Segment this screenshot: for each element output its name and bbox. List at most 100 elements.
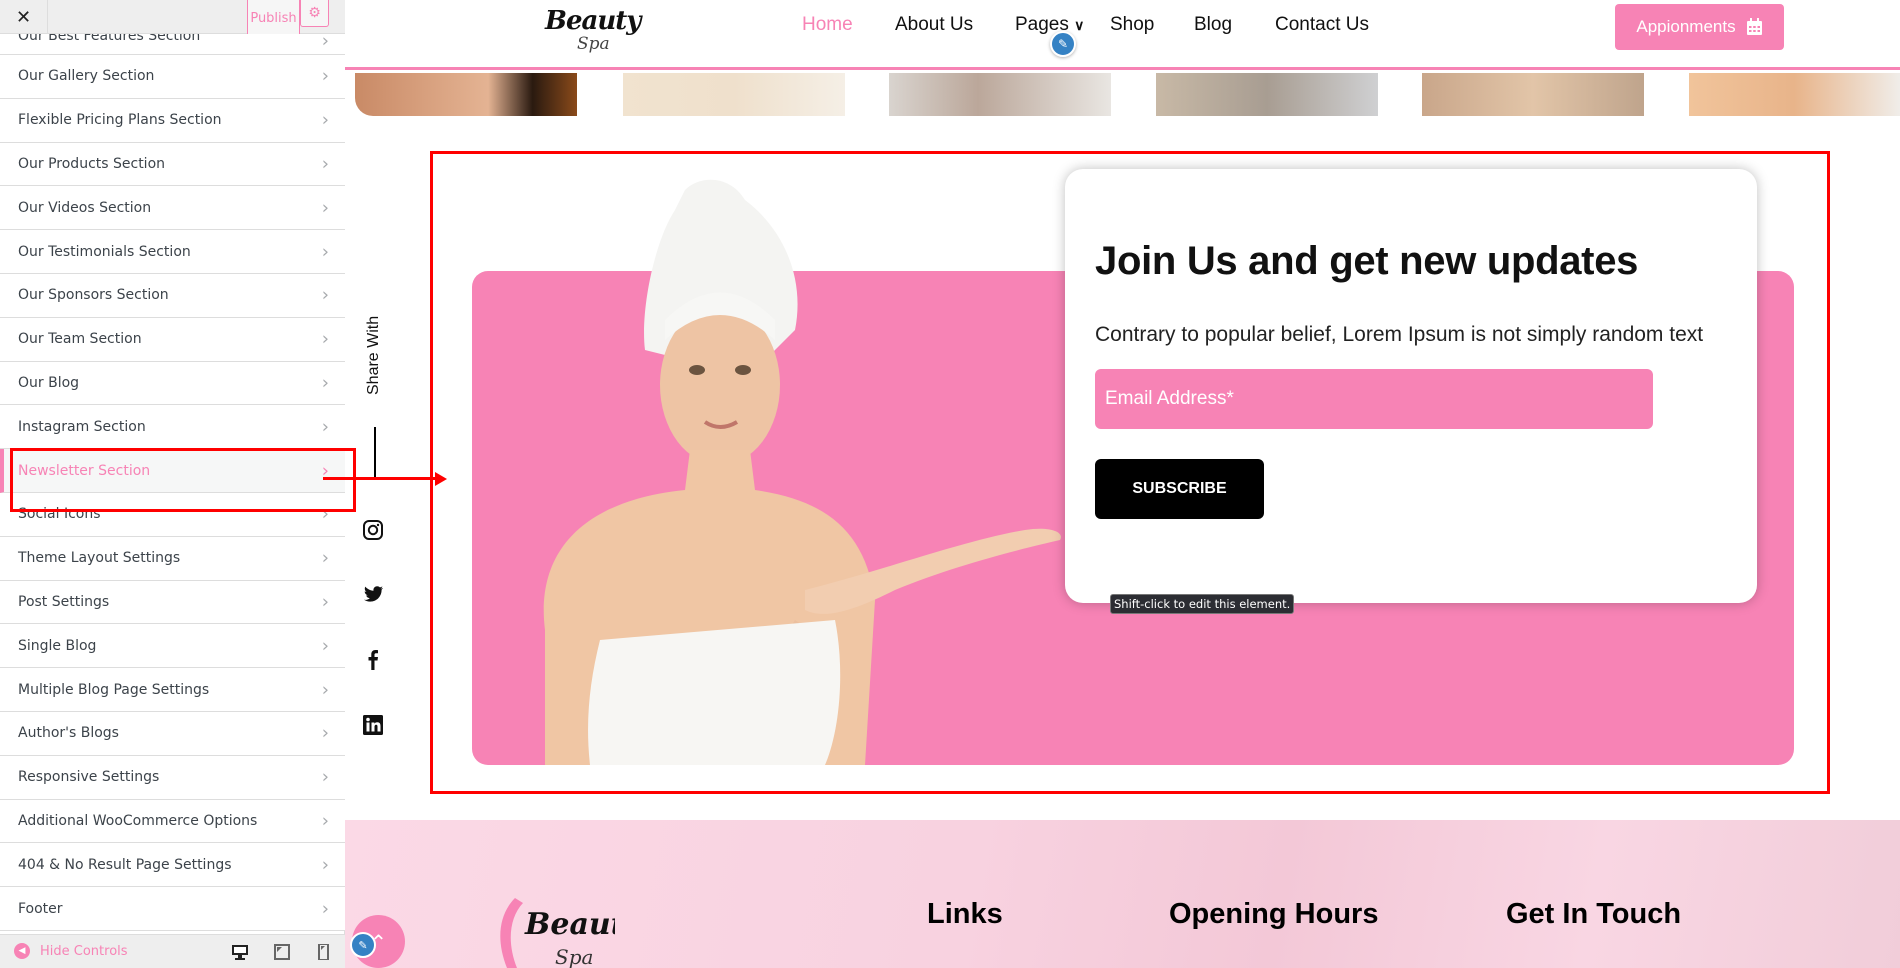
selection-connector-arrow	[435, 472, 447, 486]
instagram-icon[interactable]	[362, 519, 384, 541]
sidebar-item-team[interactable]: Our Team Section ›	[0, 317, 345, 362]
sidebar-item-authors-blogs[interactable]: Author's Blogs ›	[0, 711, 345, 756]
sidebar-item-blog[interactable]: Our Blog ›	[0, 361, 345, 406]
twitter-icon[interactable]	[362, 583, 384, 605]
linkedin-icon[interactable]	[362, 714, 384, 736]
arrow-left-icon: ◀	[14, 943, 30, 959]
sidebar-item-404[interactable]: 404 & No Result Page Settings ›	[0, 843, 345, 888]
site-footer: Beauty Spa Links Opening Hours Get In To…	[345, 820, 1900, 968]
gallery-image[interactable]	[1422, 73, 1644, 116]
nav-pages[interactable]: Pages ∨	[1015, 14, 1084, 36]
share-with-label: Share With	[365, 315, 382, 395]
nav-shop[interactable]: Shop	[1110, 14, 1154, 36]
chevron-right-icon: ›	[321, 372, 329, 394]
sidebar-item-testimonials[interactable]: Our Testimonials Section ›	[0, 230, 345, 274]
nav-home[interactable]: Home	[802, 14, 853, 36]
sidebar-item-social-icons[interactable]: Social Icons ›	[0, 492, 345, 537]
site-logo[interactable]: Beauty Spa	[545, 6, 641, 56]
chevron-right-icon: ›	[321, 284, 329, 306]
sidebar-item-label: Author's Blogs	[18, 725, 119, 742]
customizer-sidebar: ✕ Publish ⚙ Our Best Features Section › O…	[0, 0, 345, 968]
customizer-header: ✕ Publish ⚙	[0, 0, 345, 38]
sidebar-item-multiple-blog[interactable]: Multiple Blog Page Settings ›	[0, 668, 345, 712]
hide-controls-label: Hide Controls	[40, 943, 128, 959]
sidebar-item-label: Newsletter Section	[18, 462, 151, 479]
hide-controls-button[interactable]: ◀ Hide Controls	[14, 943, 128, 959]
sidebar-item-pricing[interactable]: Flexible Pricing Plans Section ›	[0, 98, 345, 143]
sidebar-item-sponsors[interactable]: Our Sponsors Section ›	[0, 273, 345, 318]
nav-about-us[interactable]: About Us	[895, 14, 973, 36]
sidebar-item-best-features[interactable]: Our Best Features Section ›	[0, 34, 345, 55]
publish-button[interactable]: Publish	[247, 0, 300, 38]
sidebar-item-label: 404 & No Result Page Settings	[18, 856, 232, 873]
chevron-down-icon: ∨	[1074, 17, 1085, 33]
gallery-image[interactable]	[1689, 73, 1900, 116]
calendar-icon	[1746, 18, 1762, 35]
close-customizer-button[interactable]: ✕	[0, 0, 48, 34]
publish-settings-button[interactable]: ⚙	[300, 0, 329, 27]
gallery-image[interactable]	[355, 73, 577, 116]
gallery-image[interactable]	[1156, 73, 1378, 116]
footer-heading-get-in-touch: Get In Touch	[1506, 898, 1682, 930]
sidebar-item-label: Additional WooCommerce Options	[18, 812, 258, 829]
sidebar-item-videos[interactable]: Our Videos Section ›	[0, 186, 345, 231]
mobile-preview-icon[interactable]	[314, 944, 332, 960]
footer-logo-subtext: Spa	[555, 945, 593, 968]
sidebar-item-post-settings[interactable]: Post Settings ›	[0, 580, 345, 625]
newsletter-description: Contrary to popular belief, Lorem Ipsum …	[1095, 323, 1704, 346]
edit-tooltip: Shift-click to edit this element.	[1110, 594, 1295, 614]
sidebar-item-single-blog[interactable]: Single Blog ›	[0, 624, 345, 669]
sidebar-item-label: Our Gallery Section	[18, 68, 155, 85]
footer-logo[interactable]: Beauty Spa	[495, 898, 615, 968]
sidebar-item-label: Post Settings	[18, 593, 110, 610]
tablet-preview-icon[interactable]	[273, 944, 291, 960]
chevron-right-icon: ›	[321, 153, 329, 175]
newsletter-title: Join Us and get new updates	[1095, 239, 1639, 283]
gallery-image[interactable]	[623, 73, 845, 116]
sidebar-item-label: Our Sponsors Section	[18, 287, 169, 304]
sidebar-item-footer[interactable]: Footer ›	[0, 887, 345, 931]
sidebar-item-responsive[interactable]: Responsive Settings ›	[0, 755, 345, 800]
site-header: Beauty Spa Home About Us Pages ∨ Shop Bl…	[345, 0, 1900, 70]
sidebar-item-label: Our Best Features Section	[18, 34, 201, 44]
sidebar-item-theme-layout[interactable]: Theme Layout Settings ›	[0, 536, 345, 581]
chevron-right-icon: ›	[321, 591, 329, 613]
chevron-right-icon: ›	[321, 810, 329, 832]
sidebar-item-products[interactable]: Our Products Section ›	[0, 142, 345, 187]
facebook-icon[interactable]	[362, 648, 384, 670]
sidebar-item-label: Multiple Blog Page Settings	[18, 681, 210, 698]
footer-logo-text: Beauty	[524, 907, 615, 942]
chevron-right-icon: ›	[321, 722, 329, 744]
gallery-image[interactable]	[889, 73, 1111, 116]
appointments-button[interactable]: Appionments	[1615, 4, 1784, 50]
chevron-right-icon: ›	[321, 65, 329, 87]
share-divider	[374, 427, 376, 479]
chevron-right-icon: ›	[321, 328, 329, 350]
sidebar-item-instagram[interactable]: Instagram Section ›	[0, 405, 345, 450]
chevron-right-icon: ›	[321, 679, 329, 701]
chevron-right-icon: ›	[321, 635, 329, 657]
nav-contact-us[interactable]: Contact Us	[1275, 14, 1369, 36]
sidebar-item-label: Responsive Settings	[18, 769, 160, 786]
edit-shortcut-pencil-icon[interactable]: ✎	[1050, 31, 1076, 57]
selection-connector-line	[323, 477, 442, 480]
sidebar-item-label: Theme Layout Settings	[18, 550, 181, 567]
chevron-right-icon: ›	[321, 547, 329, 569]
sidebar-item-gallery[interactable]: Our Gallery Section ›	[0, 55, 345, 99]
desktop-preview-icon[interactable]	[231, 944, 249, 960]
sidebar-item-label: Flexible Pricing Plans Section	[18, 112, 222, 129]
sidebar-item-woocommerce[interactable]: Additional WooCommerce Options ›	[0, 799, 345, 844]
chevron-right-icon: ›	[321, 34, 329, 52]
edit-shortcut-pencil-icon[interactable]: ✎	[350, 932, 376, 958]
nav-blog[interactable]: Blog	[1194, 14, 1232, 36]
spa-woman-image	[543, 179, 1061, 765]
subscribe-button[interactable]: SUBSCRIBE	[1095, 459, 1264, 519]
sidebar-item-label: Social Icons	[18, 506, 101, 523]
sidebar-item-label: Footer	[18, 900, 63, 917]
customizer-footer: ◀ Hide Controls	[0, 934, 345, 968]
chevron-right-icon: ›	[321, 898, 329, 920]
email-address-input[interactable]	[1095, 369, 1653, 429]
sidebar-item-label: Our Testimonials Section	[18, 243, 191, 260]
sidebar-item-label: Instagram Section	[18, 418, 146, 435]
sidebar-item-newsletter[interactable]: Newsletter Section ›	[0, 449, 345, 493]
